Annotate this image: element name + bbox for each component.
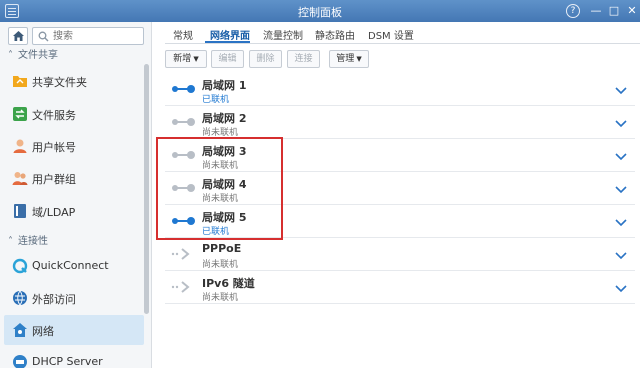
tab-traffic-control[interactable]: 流量控制 [263,27,303,42]
sidebar-item-network[interactable]: 网络 [4,315,144,345]
interface-name: PPPoE [202,242,242,255]
lan-connected-icon [171,83,195,98]
delete-button[interactable]: 删除 [249,50,282,68]
chevron-down-icon[interactable] [615,217,627,230]
dhcp-server-icon [13,355,27,368]
search-icon [38,31,49,42]
shared-folder-icon [13,76,27,87]
title-bar: 控制面板 ? — □ ✕ [0,0,640,22]
active-tab-indicator [205,41,250,43]
connect-button[interactable]: 连接 [287,50,320,68]
close-icon[interactable]: ✕ [624,3,640,19]
home-icon [13,31,24,41]
search-box[interactable] [32,27,144,45]
help-icon[interactable]: ? [566,4,580,18]
interface-status: 尚未联机 [202,260,239,270]
manage-button[interactable]: 管理 ▼ [329,50,369,68]
caret-down-icon: ▼ [356,55,362,63]
sidebar-item-shared-folder[interactable]: 共享文件夹 [4,66,144,96]
tab-network-interface[interactable]: 网络界面 [210,27,250,42]
tab-dsm-settings[interactable]: DSM 设置 [368,27,414,42]
section-connectivity[interactable]: ˄ 连接性 [8,232,48,247]
quickconnect-icon [12,258,28,274]
tab-general[interactable]: 常规 [173,27,193,42]
tunnel-arrow-icon [171,248,195,263]
interface-row-lan2[interactable]: 局域网 2 尚未联机 [165,106,635,139]
sidebar-item-user-account[interactable]: 用户帐号 [4,131,144,161]
domain-ldap-icon [14,204,26,218]
sidebar-scrollbar[interactable] [144,64,149,314]
group-icon [12,172,28,185]
home-button[interactable] [8,27,28,45]
sidebar-item-external-access[interactable]: 外部访问 [4,283,144,313]
chevron-down-icon[interactable] [615,85,627,98]
chevron-down-icon[interactable] [615,283,627,296]
tunnel-arrow-icon [171,281,195,296]
chevron-down-icon[interactable] [615,250,627,263]
interface-row-ipv6-tunnel[interactable]: IPv6 隧道 尚未联机 [165,271,635,304]
network-house-icon [13,323,27,337]
sidebar-item-user-group[interactable]: 用户群组 [4,163,144,193]
file-services-icon [13,107,27,121]
chevron-down-icon[interactable] [615,118,627,131]
sidebar: ˄文件共享 共享文件夹 文件服务 用户帐号 用户群组 [0,22,152,368]
tab-static-route[interactable]: 静态路由 [315,27,355,42]
interface-name: 局域网 2 [202,112,247,125]
section-file-sharing[interactable]: ˄ 文件共享 [8,46,58,61]
user-icon [13,139,27,153]
interface-name: IPv6 隧道 [202,277,255,290]
minimize-icon[interactable]: — [588,3,604,19]
chevron-up-icon: ˄ [8,50,13,61]
interface-name: 局域网 1 [202,79,247,92]
highlight-annotation-box [156,137,283,240]
search-input[interactable] [53,29,141,43]
chevron-down-icon[interactable] [615,151,627,164]
interface-status: 已联机 [202,95,230,105]
chevron-down-icon[interactable] [615,184,627,197]
window-title: 控制面板 [298,6,342,19]
globe-icon [13,290,27,306]
new-button[interactable]: 新增 ▼ [165,50,207,68]
interface-status: 尚未联机 [202,293,239,303]
sidebar-item-file-services[interactable]: 文件服务 [4,99,144,129]
toolbar: 新增 ▼ 编辑 删除 连接 管理 ▼ [165,50,635,68]
sidebar-item-quickconnect[interactable]: QuickConnect [4,251,144,281]
lan-disconnected-icon [171,116,195,131]
caret-down-icon: ▼ [193,55,199,63]
interface-row-pppoe[interactable]: PPPoE 尚未联机 [165,238,635,271]
sidebar-item-domain-ldap[interactable]: 域/LDAP [4,196,144,226]
edit-button[interactable]: 编辑 [211,50,244,68]
interface-row-lan1[interactable]: 局域网 1 已联机 [165,73,635,106]
chevron-up-icon: ˄ [8,236,13,247]
maximize-icon[interactable]: □ [606,3,622,19]
sidebar-item-dhcp-server[interactable]: DHCP Server [4,347,144,368]
